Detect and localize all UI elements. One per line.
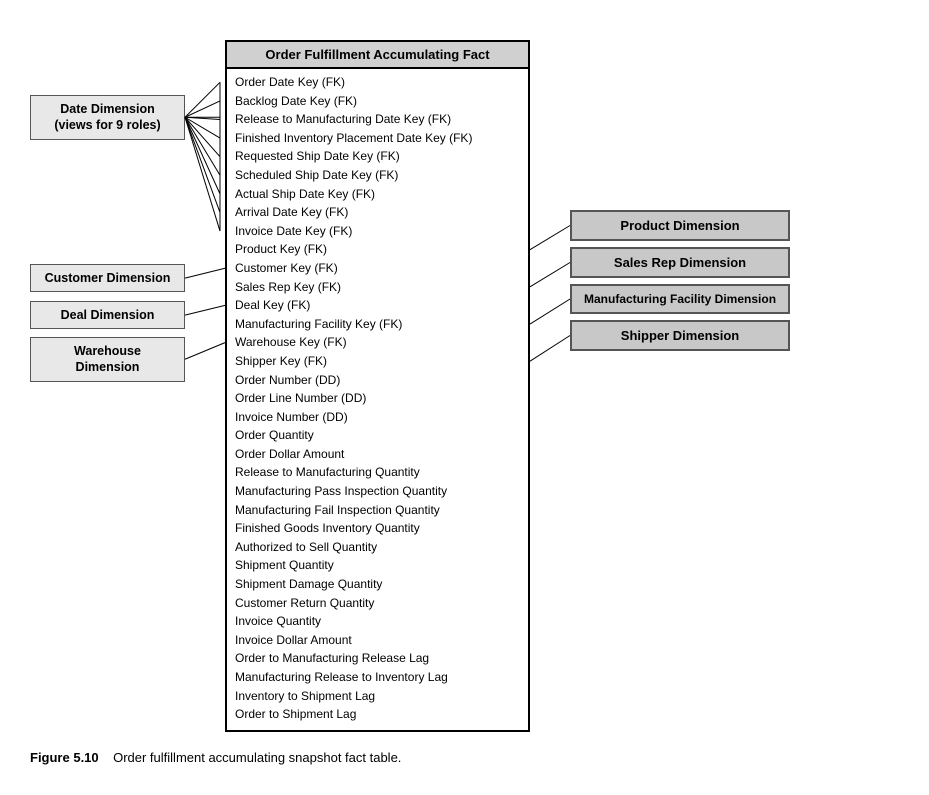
fact-row: Release to Manufacturing Date Key (FK) (235, 110, 520, 129)
fact-table-header: Order Fulfillment Accumulating Fact (227, 42, 528, 69)
fact-row: Deal Key (FK) (235, 296, 520, 315)
fact-row: Order Number (DD) (235, 371, 520, 390)
fact-row: Warehouse Key (FK) (235, 333, 520, 352)
fact-row: Manufacturing Release to Inventory Lag (235, 668, 520, 687)
fact-row: Order Dollar Amount (235, 445, 520, 464)
fact-row: Scheduled Ship Date Key (FK) (235, 166, 520, 185)
fact-row: Shipment Quantity (235, 556, 520, 575)
fact-row: Invoice Dollar Amount (235, 631, 520, 650)
product-dimension-box: Product Dimension (570, 210, 790, 241)
fact-row: Actual Ship Date Key (FK) (235, 185, 520, 204)
fact-row: Release to Manufacturing Quantity (235, 463, 520, 482)
fact-row: Customer Return Quantity (235, 594, 520, 613)
fact-row: Order Quantity (235, 426, 520, 445)
fact-row: Inventory to Shipment Lag (235, 687, 520, 706)
caption-text: Order fulfillment accumulating snapshot … (113, 750, 401, 765)
fact-row: Finished Goods Inventory Quantity (235, 519, 520, 538)
shipper-dimension-box: Shipper Dimension (570, 320, 790, 351)
fact-row: Shipper Key (FK) (235, 352, 520, 371)
fact-row: Backlog Date Key (FK) (235, 92, 520, 111)
fact-row: Order Date Key (FK) (235, 73, 520, 92)
fact-row: Manufacturing Pass Inspection Quantity (235, 482, 520, 501)
customer-dimension-box: Customer Dimension (30, 264, 185, 292)
mfg-facility-dimension-box: Manufacturing Facility Dimension (570, 284, 790, 314)
fact-row: Finished Inventory Placement Date Key (F… (235, 129, 520, 148)
warehouse-dimension-box: Warehouse Dimension (30, 337, 185, 382)
fact-row: Invoice Quantity (235, 612, 520, 631)
fact-row: Customer Key (FK) (235, 259, 520, 278)
fact-row: Manufacturing Fail Inspection Quantity (235, 501, 520, 520)
main-area: Date Dimension (views for 9 roles) Custo… (30, 40, 920, 732)
diagram-container: Date Dimension (views for 9 roles) Custo… (20, 20, 909, 775)
fact-row: Order Line Number (DD) (235, 389, 520, 408)
fact-row: Order to Manufacturing Release Lag (235, 649, 520, 668)
fact-row: Manufacturing Facility Key (FK) (235, 315, 520, 334)
fact-row: Requested Ship Date Key (FK) (235, 147, 520, 166)
fact-table: Order Fulfillment Accumulating Fact Orde… (225, 40, 530, 732)
left-dimensions-col: Date Dimension (views for 9 roles) Custo… (30, 40, 215, 95)
right-dimensions-col: Product Dimension Sales Rep Dimension Ma… (530, 40, 790, 357)
figure-caption: Figure 5.10 Order fulfillment accumulati… (30, 750, 401, 765)
sales-rep-dimension-box: Sales Rep Dimension (570, 247, 790, 278)
fact-row: Product Key (FK) (235, 240, 520, 259)
fact-table-body: Order Date Key (FK)Backlog Date Key (FK)… (227, 69, 528, 730)
fact-row: Order to Shipment Lag (235, 705, 520, 724)
fact-row: Sales Rep Key (FK) (235, 278, 520, 297)
fact-row: Authorized to Sell Quantity (235, 538, 520, 557)
fact-row: Invoice Number (DD) (235, 408, 520, 427)
center-col: Order Fulfillment Accumulating Fact Orde… (225, 40, 530, 732)
date-dimension-box: Date Dimension (views for 9 roles) (30, 95, 185, 140)
figure-id: Figure 5.10 (30, 750, 99, 765)
deal-dimension-box: Deal Dimension (30, 301, 185, 329)
fact-row: Invoice Date Key (FK) (235, 222, 520, 241)
fact-row: Arrival Date Key (FK) (235, 203, 520, 222)
fact-row: Shipment Damage Quantity (235, 575, 520, 594)
